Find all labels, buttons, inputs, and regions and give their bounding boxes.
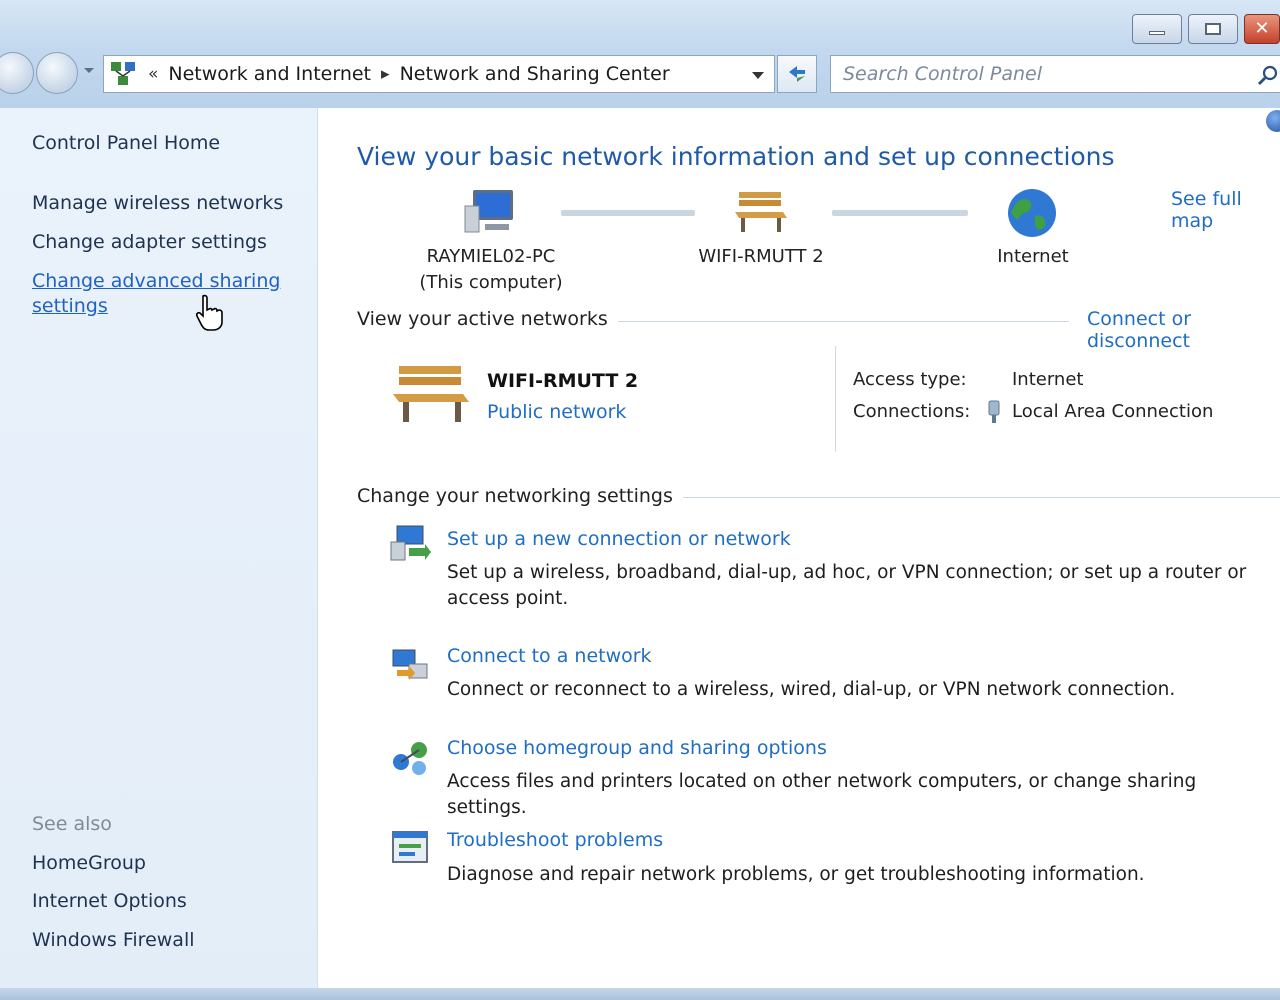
map-internet-label: Internet (997, 246, 1069, 267)
sidebar: Control Panel Home Manage wireless netwo… (0, 108, 318, 988)
hand-cursor-icon (195, 294, 223, 331)
search-placeholder: Search Control Panel (843, 63, 1042, 85)
task-homegroup[interactable]: Choose homegroup and sharing options (447, 737, 827, 759)
see-also-internet-options[interactable]: Internet Options (32, 890, 187, 912)
bench-icon (735, 192, 787, 232)
active-network-name: WIFI-RMUTT 2 (487, 370, 639, 392)
task-setup-connection[interactable]: Set up a new connection or network (447, 528, 791, 550)
address-dropdown-icon[interactable] (752, 72, 764, 79)
map-computer-name: RAYMIEL02-PC (426, 246, 556, 267)
forward-button[interactable] (36, 52, 78, 94)
map-connection-line (561, 210, 695, 216)
access-type-label: Access type: (853, 369, 967, 390)
map-computer-sub: (This computer) (419, 272, 563, 293)
connect-disconnect-link[interactable]: Connect or disconnect (1079, 308, 1280, 352)
computer-icon (464, 190, 513, 233)
breadcrumb-network-internet[interactable]: Network and Internet (168, 63, 371, 85)
help-icon[interactable] (1266, 110, 1280, 132)
task-connect-network[interactable]: Connect to a network (447, 645, 652, 667)
window-bottom-border (0, 988, 1280, 1000)
task-troubleshoot-desc: Diagnose and repair network problems, or… (447, 864, 1145, 885)
address-bar[interactable]: « Network and Internet ▸ Network and Sha… (103, 55, 775, 93)
section-divider (589, 321, 1069, 322)
sidebar-item-manage-wireless[interactable]: Manage wireless networks (32, 192, 283, 214)
troubleshoot-icon (392, 831, 428, 863)
main-content: View your basic network information and … (319, 108, 1280, 988)
see-also-windows-firewall[interactable]: Windows Firewall (32, 929, 195, 951)
see-also-heading: See also (32, 813, 112, 835)
close-icon: ✕ (1254, 18, 1270, 39)
minimize-button[interactable] (1132, 14, 1182, 44)
access-type-value: Internet (1012, 369, 1084, 390)
homegroup-icon (393, 742, 427, 775)
search-icon[interactable] (1257, 64, 1279, 86)
breadcrumb-separator[interactable]: ▸ (381, 64, 390, 84)
local-area-connection-link[interactable]: Local Area Connection (1012, 401, 1213, 422)
task-homegroup-desc: Access files and printers located on oth… (447, 771, 1197, 818)
new-connection-icon (390, 525, 431, 561)
maximize-icon (1205, 23, 1221, 35)
maximize-button[interactable] (1188, 14, 1238, 44)
task-setup-desc: Set up a wireless, broadband, dial-up, a… (447, 562, 1247, 609)
task-troubleshoot[interactable]: Troubleshoot problems (447, 829, 663, 851)
see-also-homegroup[interactable]: HomeGroup (32, 852, 146, 874)
search-input[interactable]: Search Control Panel (830, 55, 1280, 93)
ethernet-icon (988, 400, 1000, 423)
settings-heading: Change your networking settings (357, 485, 683, 507)
map-connection-line (832, 210, 968, 216)
sidebar-item-adapter-settings[interactable]: Change adapter settings (32, 231, 267, 253)
public-network-bench-icon (393, 366, 469, 422)
network-type-link[interactable]: Public network (487, 401, 626, 423)
connections-label: Connections: (853, 401, 971, 422)
refresh-button[interactable] (777, 55, 817, 93)
connect-network-icon (392, 649, 428, 680)
minimize-icon (1149, 31, 1165, 35)
back-button[interactable] (0, 52, 34, 94)
page-title: View your basic network information and … (357, 142, 1115, 171)
active-networks-heading: View your active networks (357, 308, 618, 330)
close-button[interactable]: ✕ (1244, 14, 1280, 44)
see-full-map-link[interactable]: See full map (1171, 188, 1280, 232)
breadcrumb-sharing-center[interactable]: Network and Sharing Center (400, 63, 670, 85)
section-divider (659, 497, 1280, 498)
internet-globe-icon (1008, 189, 1056, 237)
breadcrumb-overflow[interactable]: « (148, 64, 158, 84)
sidebar-item-advanced-sharing-cont[interactable]: settings (32, 295, 108, 317)
sidebar-item-control-panel-home[interactable]: Control Panel Home (32, 132, 220, 154)
map-network-name: WIFI-RMUTT 2 (698, 246, 824, 267)
window-chrome: ✕ « Network and Internet ▸ Network and S… (0, 0, 1280, 108)
refresh-icon (789, 66, 805, 82)
sidebar-item-advanced-sharing[interactable]: Change advanced sharing (32, 270, 280, 292)
vertical-divider (835, 346, 836, 452)
task-connect-desc: Connect or reconnect to a wireless, wire… (447, 679, 1176, 700)
network-center-icon (111, 62, 135, 85)
recent-pages-dropdown[interactable] (84, 68, 94, 73)
